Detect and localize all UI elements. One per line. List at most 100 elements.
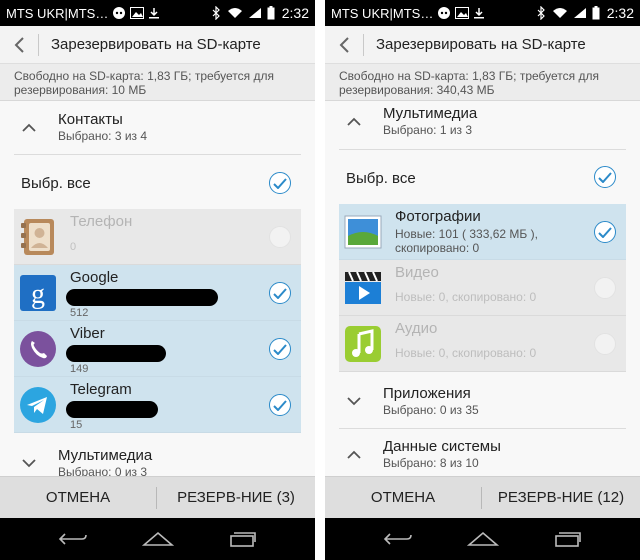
divider — [14, 154, 301, 155]
storage-info: Свободно на SD-карта: 1,83 ГБ; требуется… — [325, 64, 640, 101]
list-item-viber[interactable]: Viber 149 — [14, 321, 301, 377]
image-icon — [455, 7, 470, 19]
item-checkbox[interactable] — [269, 226, 291, 248]
checkmark-icon — [273, 343, 287, 355]
item-count: 0 — [70, 241, 77, 253]
group-contacts[interactable]: Контакты Выбрано: 3 из 4 — [0, 101, 315, 153]
list-item-telegram[interactable]: Telegram 15 — [14, 377, 301, 433]
backup-button[interactable]: РЕЗЕРВ-НИЕ (12) — [482, 477, 640, 519]
item-checkbox[interactable] — [269, 338, 291, 360]
google-icon: g — [18, 273, 58, 313]
item-count: 149 — [70, 363, 89, 375]
checkmark-icon — [273, 399, 287, 411]
cancel-button[interactable]: ОТМЕНА — [325, 477, 481, 519]
nav-recents-button[interactable] — [213, 518, 273, 560]
navigation-bar — [325, 518, 640, 560]
redacted-text — [66, 401, 158, 418]
item-count: 15 — [70, 419, 83, 431]
chevron-up-icon — [347, 450, 361, 459]
back-button[interactable] — [0, 26, 38, 64]
list-item-photos[interactable]: Фотографии Новые: 101 ( 333,62 МБ ), ско… — [339, 204, 626, 260]
select-all-checkbox[interactable] — [594, 166, 616, 188]
download-icon — [149, 8, 160, 19]
download-icon — [474, 8, 485, 19]
list-item-video[interactable]: Видео Новые: 0, скопировано: 0 — [339, 260, 626, 316]
item-checkbox[interactable] — [269, 394, 291, 416]
item-name: Viber — [70, 325, 105, 342]
redacted-text — [66, 345, 166, 362]
back-arrow-icon — [14, 36, 24, 53]
message-icon — [438, 7, 451, 19]
group-applications[interactable]: Приложения Выбрано: 0 из 35 — [325, 375, 640, 427]
group-title: Мультимедиа — [383, 105, 478, 122]
recents-nav-icon — [229, 532, 256, 547]
select-all-row[interactable]: Выбр. все — [325, 151, 640, 205]
page-title: Зарезервировать на SD-карте — [51, 36, 261, 53]
action-bar: ОТМЕНА РЕЗЕРВ-НИЕ (12) — [325, 476, 640, 518]
item-checkbox[interactable] — [594, 277, 616, 299]
cancel-button[interactable]: ОТМЕНА — [0, 477, 156, 519]
item-description: Новые: 0, скопировано: 0 — [395, 346, 537, 360]
group-title: Контакты — [58, 111, 123, 128]
list-item-google[interactable]: g Google 512 — [14, 265, 301, 321]
nav-home-button[interactable] — [128, 518, 188, 560]
item-description: Новые: 101 ( 333,62 МБ ), скопировано: 0 — [395, 227, 538, 255]
signal-icon — [573, 8, 586, 18]
music-note-icon — [343, 324, 383, 364]
app-bar: Зарезервировать на SD-карте — [0, 26, 315, 64]
item-name: Аудио — [395, 320, 438, 337]
backup-list: Контакты Выбрано: 3 из 4 Выбр. все Телеф… — [0, 101, 315, 476]
viber-icon — [18, 329, 58, 369]
item-checkbox[interactable] — [269, 282, 291, 304]
video-icon — [343, 268, 383, 308]
item-checkbox[interactable] — [594, 221, 616, 243]
group-system-data[interactable]: Данные системы Выбрано: 8 из 10 — [325, 428, 640, 476]
nav-recents-button[interactable] — [538, 518, 598, 560]
item-name: Фотографии — [395, 208, 481, 225]
chevron-up-icon — [347, 117, 361, 126]
group-multimedia[interactable]: Мультимедиа Выбрано: 1 из 3 — [325, 101, 640, 147]
select-all-checkbox[interactable] — [269, 172, 291, 194]
home-nav-icon — [141, 531, 174, 546]
group-multimedia[interactable]: Мультимедиа Выбрано: 0 из 3 — [0, 437, 315, 476]
checkmark-icon — [598, 171, 612, 183]
status-bar: MTS UKR|MTS… 2:32 — [325, 0, 640, 26]
nav-back-button[interactable] — [368, 518, 428, 560]
select-all-row[interactable]: Выбр. все — [0, 156, 315, 210]
contacts-book-icon — [18, 217, 58, 257]
recents-nav-icon — [554, 532, 581, 547]
photos-icon — [343, 212, 383, 252]
back-button[interactable] — [325, 26, 363, 64]
select-all-label: Выбр. все — [346, 169, 416, 187]
back-nav-icon — [383, 533, 412, 545]
item-name: Google — [70, 269, 119, 286]
nav-home-button[interactable] — [453, 518, 513, 560]
back-nav-icon — [58, 533, 87, 545]
checkmark-icon — [598, 226, 612, 238]
backup-button[interactable]: РЕЗЕРВ-НИЕ (3) — [157, 477, 315, 519]
divider — [339, 149, 626, 150]
list-item-phone[interactable]: Телефон 0 — [14, 209, 301, 265]
nav-back-button[interactable] — [43, 518, 103, 560]
signal-icon — [248, 8, 261, 18]
action-bar: ОТМЕНА РЕЗЕРВ-НИЕ (3) — [0, 476, 315, 518]
app-bar-divider — [363, 33, 364, 56]
item-count: 512 — [70, 307, 89, 319]
storage-info: Свободно на SD-карта: 1,83 ГБ; требуется… — [0, 64, 315, 101]
wifi-icon — [227, 8, 242, 18]
back-arrow-icon — [339, 36, 349, 53]
backup-list: Мультимедиа Выбрано: 1 из 3 Выбр. все Фо… — [325, 101, 640, 476]
item-checkbox[interactable] — [594, 333, 616, 355]
image-icon — [130, 7, 145, 19]
page-title: Зарезервировать на SD-карте — [376, 36, 586, 53]
group-subtitle: Выбрано: 3 из 4 — [58, 129, 148, 143]
screen-multimedia: MTS UKR|MTS… 2:32 Зарезервировать на SD-… — [325, 0, 640, 560]
bluetooth-off-icon — [212, 6, 220, 20]
wifi-icon — [552, 8, 567, 18]
app-bar-divider — [38, 33, 39, 56]
message-icon — [113, 7, 126, 19]
list-item-audio[interactable]: Аудио Новые: 0, скопировано: 0 — [339, 316, 626, 372]
navigation-bar — [0, 518, 315, 560]
clock: 2:32 — [281, 5, 309, 21]
redacted-text — [66, 289, 218, 306]
